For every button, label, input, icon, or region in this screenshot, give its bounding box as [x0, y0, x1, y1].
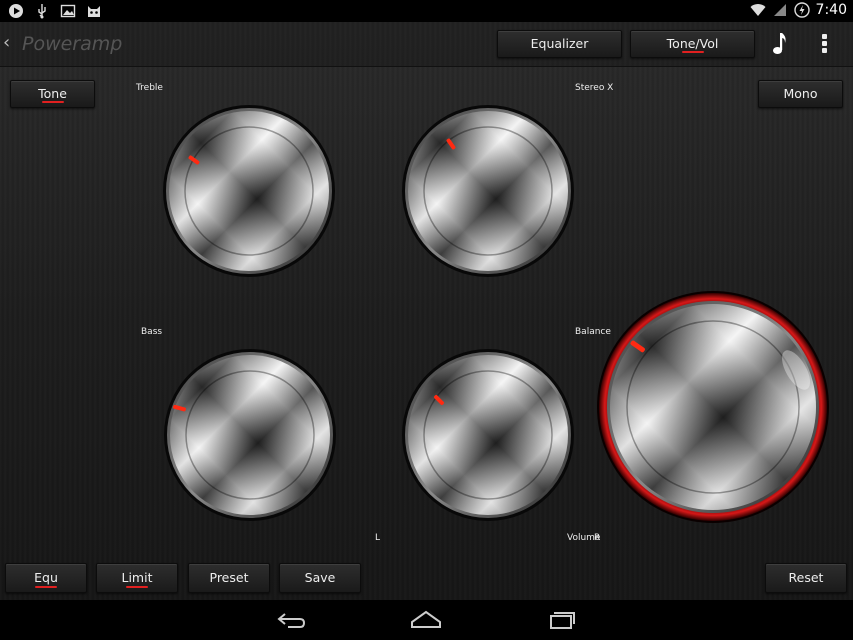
preset-button-label: Preset: [209, 570, 249, 585]
tab-tone-vol[interactable]: Tone/Vol: [630, 30, 755, 58]
balance-knob[interactable]: [401, 348, 575, 522]
volume-knob[interactable]: [596, 290, 830, 524]
tone-button[interactable]: Tone: [10, 80, 95, 108]
limit-button-label: Limit: [121, 570, 153, 585]
bass-label: Bass: [141, 327, 163, 337]
active-indicator: [681, 51, 704, 53]
back-chevron-icon[interactable]: ‹: [3, 32, 10, 53]
action-bar: ‹ Poweramp Equalizer Tone/Vol: [0, 22, 853, 67]
navigation-bar: [0, 600, 853, 640]
equ-button[interactable]: Equ: [5, 563, 87, 593]
status-bar: 7:40: [0, 0, 853, 22]
limit-button[interactable]: Limit: [96, 563, 178, 593]
recents-icon[interactable]: [547, 610, 577, 630]
equ-button-label: Equ: [34, 570, 58, 585]
equ-indicator: [35, 586, 57, 588]
save-button[interactable]: Save: [279, 563, 361, 593]
overflow-menu-icon[interactable]: [822, 34, 828, 54]
clock: 7:40: [815, 2, 847, 18]
battery-icon: [793, 2, 810, 18]
reset-button-label: Reset: [788, 570, 824, 585]
preset-button[interactable]: Preset: [188, 563, 270, 593]
wifi-icon: [750, 4, 766, 16]
treble-label: Treble: [136, 83, 163, 93]
balance-right-label: R: [594, 533, 601, 543]
tone-indicator: [41, 101, 64, 103]
cat-icon: [88, 6, 100, 17]
usb-icon: [38, 4, 46, 19]
limit-indicator: [126, 586, 148, 588]
mono-button[interactable]: Mono: [758, 80, 843, 108]
tab-tone-vol-label: Tone/Vol: [666, 36, 719, 51]
mono-button-label: Mono: [783, 86, 818, 101]
bass-knob[interactable]: [163, 348, 337, 522]
tab-equalizer-label: Equalizer: [530, 36, 589, 51]
stereo-x-knob[interactable]: [401, 104, 575, 278]
data-icon: [773, 4, 786, 16]
reset-button[interactable]: Reset: [765, 563, 847, 593]
app-title: Poweramp: [22, 33, 123, 55]
back-icon[interactable]: [276, 610, 306, 630]
music-note-icon[interactable]: [771, 31, 789, 57]
tone-button-label: Tone: [38, 86, 67, 101]
home-icon[interactable]: [410, 610, 442, 630]
tone-volume-panel: ‹ Poweramp Equalizer Tone/Vol Tone Mono …: [0, 22, 853, 600]
stereo-x-label: Stereo X: [575, 83, 614, 93]
save-button-label: Save: [304, 570, 336, 585]
balance-left-label: L: [375, 533, 381, 543]
image-icon: [60, 4, 76, 18]
play-icon: [9, 4, 23, 18]
treble-knob[interactable]: [162, 104, 336, 278]
tab-equalizer[interactable]: Equalizer: [497, 30, 622, 58]
